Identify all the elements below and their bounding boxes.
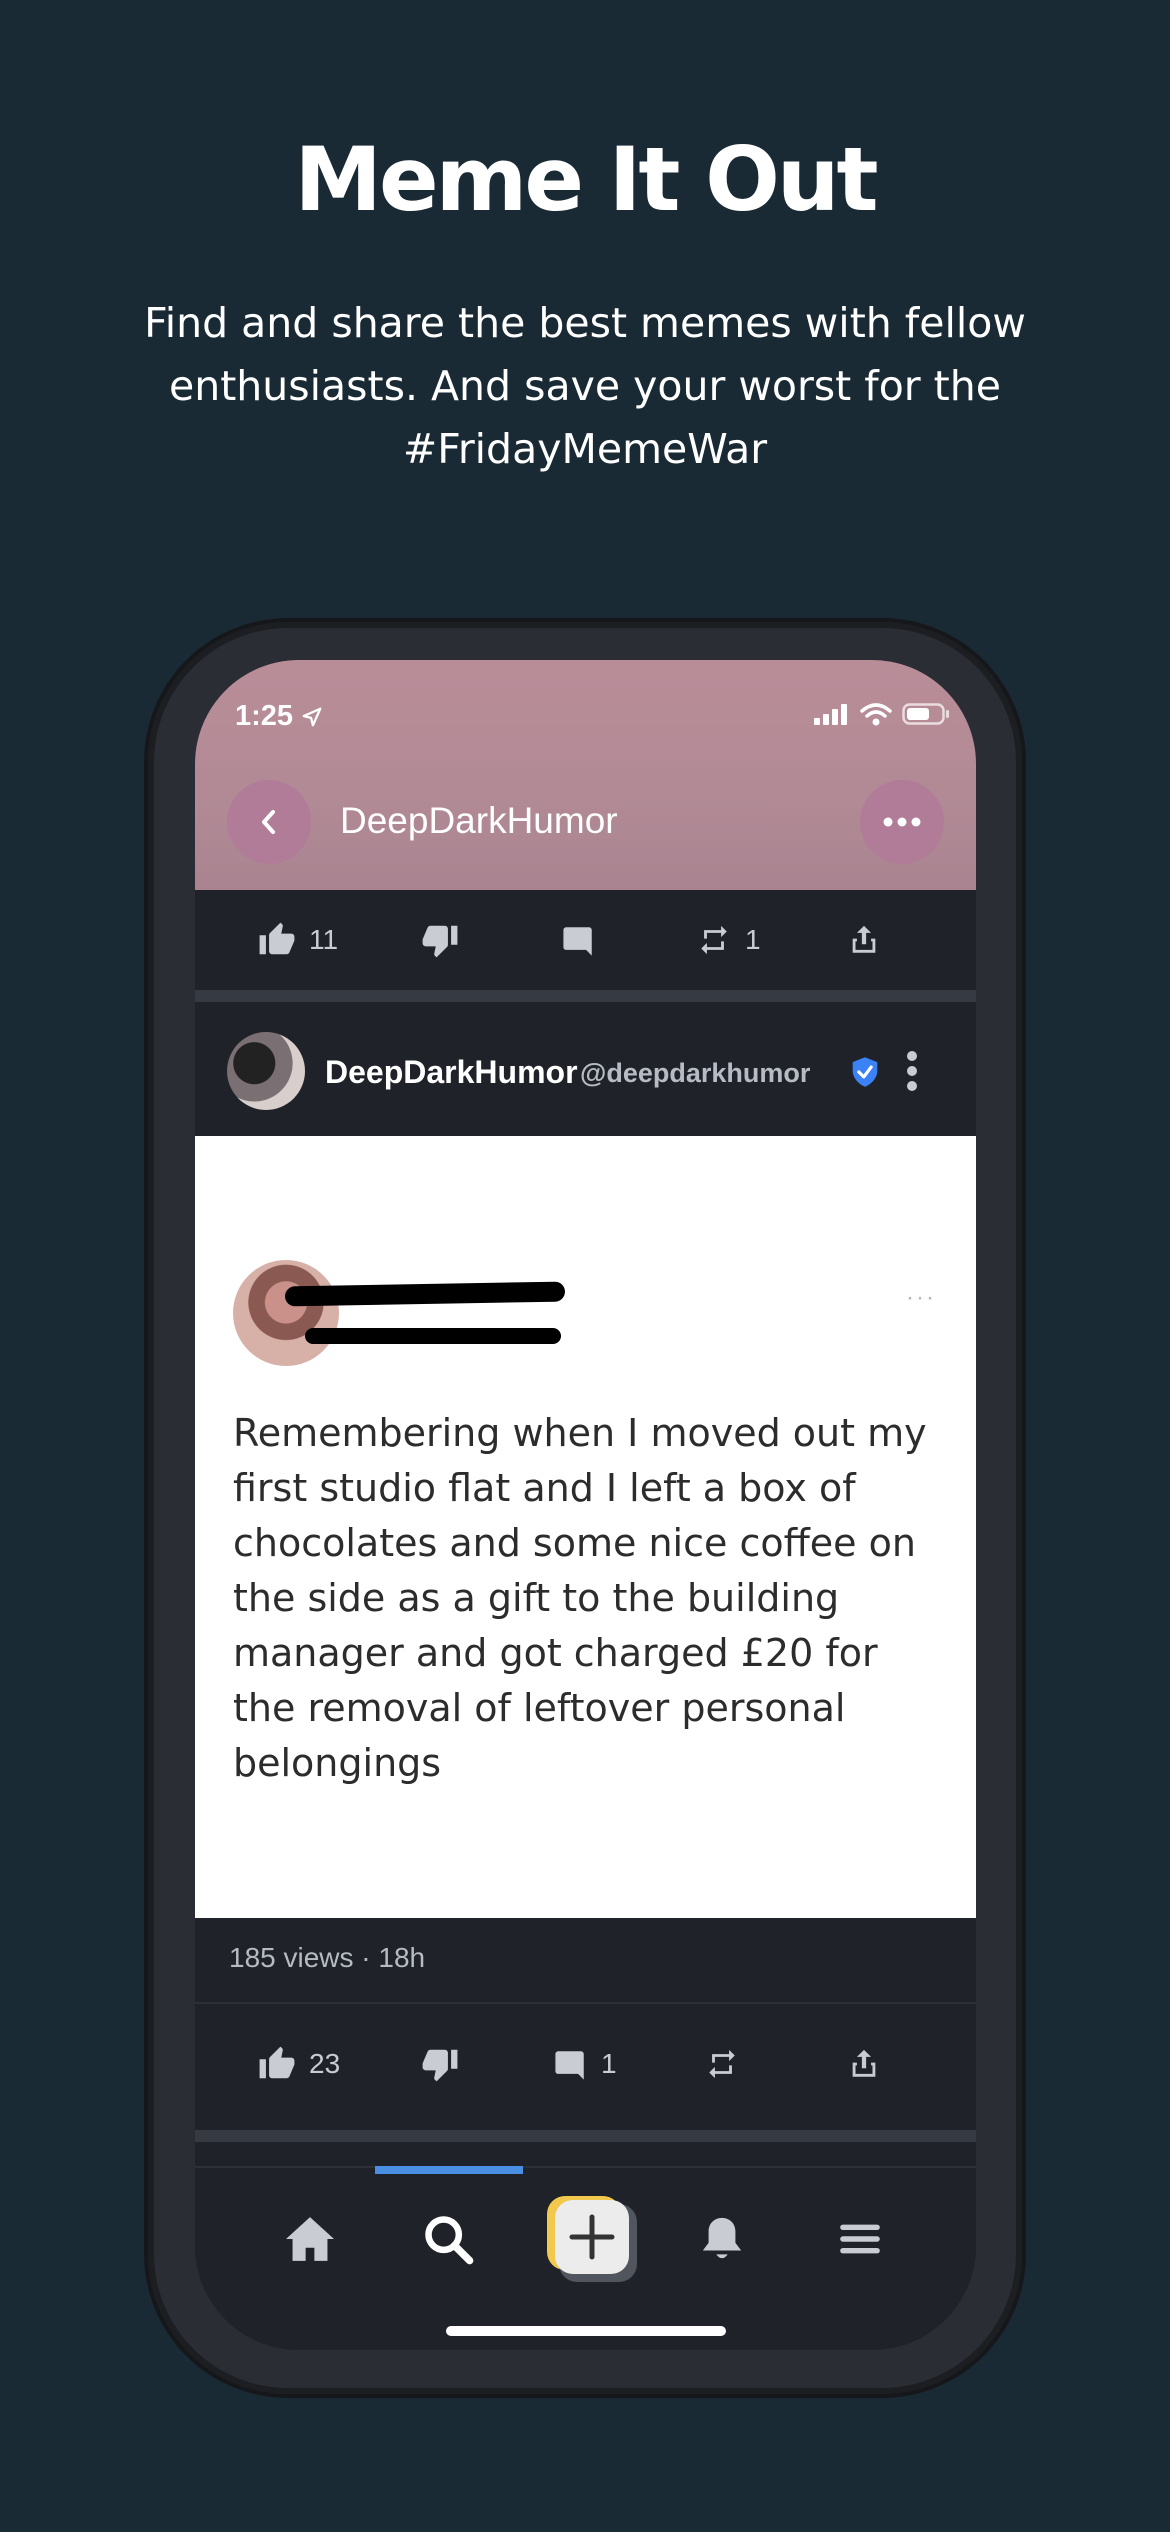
previous-post-actions: 11 1 (195, 890, 976, 990)
author-handle[interactable]: @deepdarkhumor (580, 1058, 810, 1089)
comment-icon (555, 2051, 584, 2080)
tab-menu[interactable] (825, 2204, 895, 2274)
author-avatar[interactable] (227, 1032, 305, 1110)
meme-image[interactable]: ··· Remembering when I moved out my firs… (195, 1136, 976, 1918)
comment-button[interactable]: 1 (553, 2047, 617, 2081)
post-divider (195, 2130, 976, 2142)
chevron-left-icon (262, 810, 275, 834)
active-tab-indicator (375, 2166, 523, 2174)
post-menu-icon[interactable] (905, 1050, 919, 1092)
home-icon (286, 2217, 334, 2261)
share-button[interactable] (847, 921, 881, 959)
repost-button[interactable]: 1 (695, 923, 761, 957)
meme-tweet-avatar (233, 1260, 339, 1366)
home-indicator[interactable] (446, 2326, 726, 2336)
tab-notifications[interactable] (687, 2204, 757, 2274)
thumbs-down-icon (422, 925, 458, 958)
meme-text: Remembering when I moved out my first st… (233, 1411, 927, 1785)
meme-ellipsis-icon: ··· (906, 1284, 936, 1311)
like-button[interactable]: 11 (257, 921, 338, 959)
like-count: 23 (309, 2048, 341, 2079)
status-time-text: 1:25 (235, 700, 294, 732)
share-icon (852, 925, 876, 953)
notifications-icon (702, 2217, 742, 2259)
more-options-button[interactable] (860, 780, 944, 864)
wifi-icon (860, 703, 892, 726)
battery-icon (902, 703, 949, 725)
tab-search[interactable] (413, 2204, 483, 2274)
thumbs-down-icon (422, 2049, 458, 2082)
like-button[interactable]: 23 (257, 2045, 340, 2083)
repost-button[interactable] (703, 2047, 741, 2081)
promo-subtitle: Find and share the best memes with fello… (144, 299, 1026, 473)
ellipsis-icon (883, 817, 921, 827)
menu-icon (840, 2224, 880, 2254)
comment-icon (563, 927, 592, 956)
phone-screen: 1:25 DeepDarkHumor 11 1 DeepDarkHumor @d… (195, 660, 976, 2350)
thumbs-up-icon (259, 2046, 295, 2079)
comment-count: 1 (601, 2048, 617, 2079)
tab-bar (195, 2166, 976, 2350)
thumbs-up-icon (259, 922, 295, 955)
redaction-bar (284, 1281, 566, 1307)
redaction-bar (305, 1328, 561, 1344)
nav-title: DeepDarkHumor (340, 800, 618, 841)
create-post-icon (547, 2196, 637, 2282)
create-post-button[interactable] (545, 2194, 641, 2284)
promo-headline: Meme It Out (294, 128, 878, 231)
author-name[interactable]: DeepDarkHumor (325, 1054, 578, 1091)
repost-icon (709, 2049, 735, 2079)
repost-icon (701, 925, 727, 955)
share-button[interactable] (847, 2045, 881, 2083)
post-divider (195, 990, 976, 1002)
app-header: 1:25 DeepDarkHumor (195, 660, 976, 890)
dislike-button[interactable] (420, 921, 460, 959)
repost-count: 1 (745, 924, 761, 955)
post-actions: 23 1 (195, 2014, 976, 2114)
status-time: 1:25 (235, 700, 323, 733)
status-icons (814, 702, 950, 726)
meta-divider (195, 2002, 976, 2004)
location-arrow-icon (302, 707, 322, 726)
verified-badge-icon (852, 1057, 878, 1087)
post-header: DeepDarkHumor @deepdarkhumor (195, 1006, 976, 1136)
tab-home[interactable] (275, 2204, 345, 2274)
search-icon (425, 2216, 474, 2265)
share-icon (852, 2049, 876, 2077)
dislike-button[interactable] (420, 2045, 460, 2083)
back-button[interactable] (227, 780, 311, 864)
like-count: 11 (309, 924, 339, 955)
comment-button[interactable] (561, 923, 597, 957)
post-meta: 185 views · 18h (229, 1942, 426, 1973)
signal-icon (814, 704, 847, 725)
